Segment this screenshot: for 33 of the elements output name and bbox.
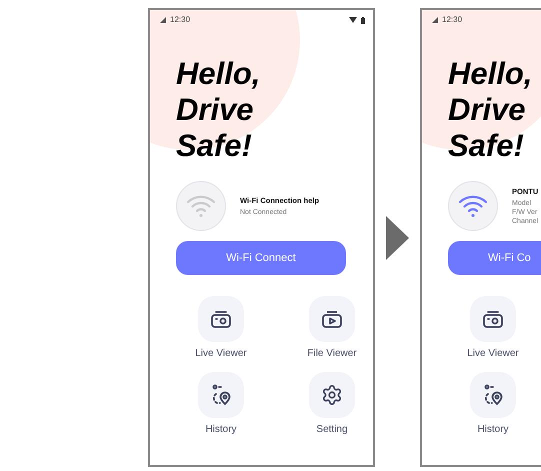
menu-tile-button[interactable]: Live Viewer (180, 296, 262, 361)
status-time: 12:30 (170, 16, 190, 24)
menu-tile-button[interactable]: History (452, 372, 534, 437)
signal-icon (160, 17, 166, 23)
menu-label: Live Viewer (195, 347, 247, 361)
arrow-right-icon (386, 216, 409, 260)
menu-label: History (205, 423, 237, 437)
camera-icon (482, 310, 504, 328)
menu-tile-button[interactable]: Live Viewer (452, 296, 534, 361)
menu-label: Setting (316, 423, 348, 437)
route-pin-icon (483, 384, 503, 406)
greeting-text: Safe! (448, 128, 525, 164)
menu-tile-button[interactable]: Setting (291, 372, 373, 437)
wifi-connect-button[interactable]: Wi-Fi Connect (176, 241, 346, 275)
menu-tile-button[interactable]: File Viewer (291, 296, 373, 361)
video-file-icon (321, 310, 343, 328)
route-pin-icon (211, 384, 231, 406)
wifi-connect-button[interactable]: Wi-Fi Co (448, 241, 541, 275)
menu-tile-button[interactable]: History (180, 372, 262, 437)
wifi-status-icon (349, 17, 357, 23)
signal-icon (432, 17, 438, 23)
greeting-text: Drive (448, 92, 527, 128)
greeting-text: Safe! (176, 128, 253, 164)
status-time: 12:30 (442, 16, 462, 24)
settings-icon (321, 384, 343, 406)
menu-label: Live Viewer (467, 347, 519, 361)
menu-label: History (477, 423, 509, 437)
greeting-text: Hello, (176, 56, 262, 92)
camera-icon (210, 310, 232, 328)
greeting-text: Drive (176, 92, 255, 128)
greeting-text: Hello, (448, 56, 534, 92)
menu-label: File Viewer (307, 347, 357, 361)
battery-icon (361, 16, 365, 24)
